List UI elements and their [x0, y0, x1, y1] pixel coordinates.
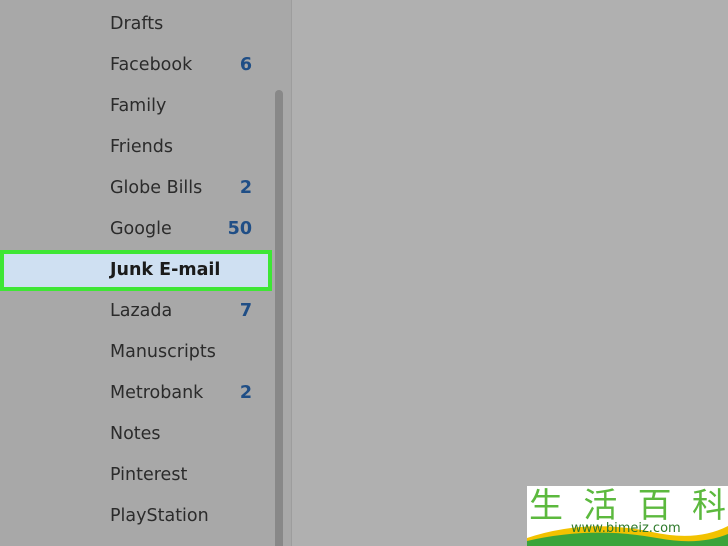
folder-label: Family	[110, 96, 167, 116]
watermark-char: 活	[583, 486, 618, 526]
message-pane	[292, 0, 728, 546]
folder-item-notes[interactable]: Notes	[0, 414, 272, 455]
folder-item-metrobank[interactable]: Metrobank 2	[0, 373, 272, 414]
unread-count: 2	[239, 383, 252, 403]
folder-item-globe-bills[interactable]: Globe Bills 2	[0, 168, 272, 209]
unread-count: 7	[239, 301, 252, 321]
folder-label: Friends	[110, 137, 173, 157]
watermark-logo: 生 活 百 科 www.bimeiz.com	[527, 486, 728, 546]
unread-count: 50	[227, 219, 252, 239]
folder-pane: Drafts Facebook 6 Family Friends Globe B…	[0, 0, 291, 546]
folder-label: Junk E-mail	[110, 260, 221, 280]
folder-item-facebook[interactable]: Facebook 6	[0, 45, 272, 86]
watermark-characters: 生 活 百 科	[529, 487, 726, 525]
folder-label: Drafts	[110, 14, 164, 34]
folder-label: PlayStation	[110, 506, 209, 526]
watermark-char: 科	[691, 486, 726, 526]
watermark-url: www.bimeiz.com	[571, 521, 681, 536]
folder-item-lazada[interactable]: Lazada 7	[0, 291, 272, 332]
folder-item-junk-email[interactable]: Junk E-mail	[0, 250, 272, 291]
folder-item-google[interactable]: Google 50	[0, 209, 272, 250]
folder-label: Pinterest	[110, 465, 188, 485]
folder-label: Facebook	[110, 55, 193, 75]
unread-count: 6	[239, 55, 252, 75]
folder-label: Manuscripts	[110, 342, 216, 362]
watermark-char: 百	[637, 486, 672, 526]
folder-scrollbar[interactable]	[275, 90, 283, 546]
folder-label: Notes	[110, 424, 161, 444]
unread-count: 2	[239, 178, 252, 198]
watermark-char: 生	[529, 486, 563, 526]
folder-list: Drafts Facebook 6 Family Friends Globe B…	[0, 4, 272, 537]
folder-item-manuscripts[interactable]: Manuscripts	[0, 332, 272, 373]
folder-item-playstation[interactable]: PlayStation	[0, 496, 272, 537]
folder-item-family[interactable]: Family	[0, 86, 272, 127]
folder-label: Lazada	[110, 301, 173, 321]
folder-label: Google	[110, 219, 172, 239]
folder-label: Globe Bills	[110, 178, 203, 198]
folder-item-drafts[interactable]: Drafts	[0, 4, 272, 45]
folder-label: Metrobank	[110, 383, 204, 403]
folder-item-friends[interactable]: Friends	[0, 127, 272, 168]
folder-item-pinterest[interactable]: Pinterest	[0, 455, 272, 496]
